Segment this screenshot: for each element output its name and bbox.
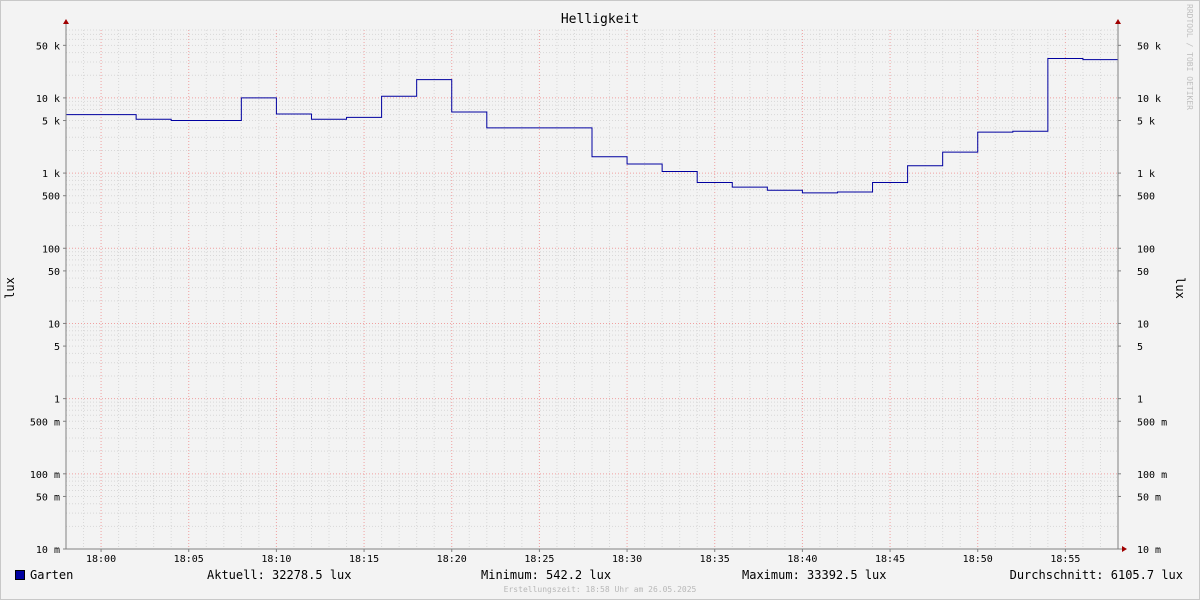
y-tick-label-left: 100 — [42, 244, 60, 255]
legend: Garten Aktuell: 32278.5 lux Minimum: 542… — [0, 566, 1200, 584]
y-tick-label-right: 100 m — [1137, 470, 1167, 481]
legend-current: Aktuell: 32278.5 lux — [207, 568, 352, 582]
y-tick-label-left: 50 — [48, 267, 60, 278]
legend-minimum: Minimum: 542.2 lux — [481, 568, 612, 582]
grid — [65, 29, 1119, 550]
y-tick-label-left: 1 k — [42, 169, 60, 180]
y-tick-label-left: 10 m — [36, 545, 60, 556]
y-tick-label-right: 500 — [1137, 192, 1155, 203]
y-tick-label-left: 500 m — [30, 417, 60, 428]
x-tick-label: 18:10 — [261, 554, 291, 565]
y-tick-label-left: 1 — [54, 395, 60, 406]
legend-average: Durchschnitt: 6105.7 lux — [1009, 568, 1183, 582]
y-tick-label-right: 10 — [1137, 319, 1149, 330]
legend-maximum: Maximum: 33392.5 lux — [742, 568, 887, 582]
y-tick-label-right: 10 k — [1137, 94, 1161, 105]
chart-title: Helligkeit — [561, 12, 639, 27]
y-tick-label-right: 1 — [1137, 395, 1143, 406]
axis-ticks: 50 k 50 k 10 k 10 k 5 k 5 k 1 k 1 k 500 500 100 100… — [30, 41, 1167, 565]
x-tick-label: 18:20 — [437, 554, 467, 565]
y-tick-label-left: 10 k — [36, 94, 60, 105]
y-tick-label-left: 500 — [42, 192, 60, 203]
y-tick-label-right: 5 k — [1137, 117, 1155, 128]
y-tick-label-right: 50 — [1137, 267, 1149, 278]
x-tick-label: 18:55 — [1050, 554, 1080, 565]
creation-timestamp: Erstellungszeit: 18:58 Uhr am 26.05.2025 — [503, 585, 697, 594]
x-tick-label: 18:45 — [875, 554, 905, 565]
x-tick-label: 18:25 — [524, 554, 554, 565]
axes — [63, 19, 1127, 552]
x-tick-label: 18:05 — [174, 554, 204, 565]
y-tick-label-left: 50 k — [36, 41, 60, 52]
x-tick-label: 18:50 — [963, 554, 993, 565]
y-axis-arrow-left — [63, 19, 69, 24]
x-tick-label: 18:40 — [787, 554, 817, 565]
y-tick-label-right: 50 k — [1137, 41, 1161, 52]
y-tick-label-right: 500 m — [1137, 417, 1167, 428]
x-tick-label: 18:15 — [349, 554, 379, 565]
x-tick-label: 18:35 — [700, 554, 730, 565]
y-tick-label-left: 5 — [54, 342, 60, 353]
y-tick-label-right: 5 — [1137, 342, 1143, 353]
y-tick-label-left: 5 k — [42, 117, 60, 128]
y-tick-label-left: 10 — [48, 319, 60, 330]
y-tick-label-right: 10 m — [1137, 545, 1161, 556]
y-tick-label-right: 100 — [1137, 244, 1155, 255]
y-tick-label-left: 50 m — [36, 492, 60, 503]
y-axis-label-left: lux — [3, 277, 17, 299]
x-tick-label: 18:30 — [612, 554, 642, 565]
legend-series-name: Garten — [30, 568, 74, 582]
y-tick-label-right: 50 m — [1137, 492, 1161, 503]
x-tick-label: 18:00 — [86, 554, 116, 565]
legend-swatch-garten — [15, 570, 25, 580]
x-axis-arrow — [1122, 546, 1127, 552]
y-axis-arrow-right — [1115, 19, 1121, 24]
brightness-chart: Helligkeit lux lux 50 k 50 k10 k 10 k5 k5 … — [3, 12, 1187, 565]
y-tick-label-left: 100 m — [30, 470, 60, 481]
rrdtool-watermark: RRDTOOL / TOBI OETIKER — [1185, 4, 1194, 110]
y-tick-label-right: 1 k — [1137, 169, 1155, 180]
